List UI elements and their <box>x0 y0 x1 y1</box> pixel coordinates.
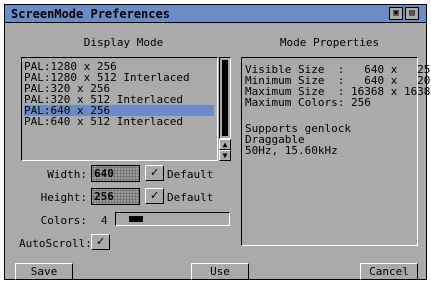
scroll-down-icon[interactable]: ▼ <box>219 150 231 161</box>
height-field[interactable]: 256 <box>91 188 140 205</box>
scrollbar-knob[interactable] <box>222 60 228 136</box>
zoom-gadget-icon[interactable]: ▤ <box>405 7 419 20</box>
colors-value: 4 <box>101 214 108 227</box>
height-default-label: Default <box>167 191 214 204</box>
scroll-up-icon[interactable]: ▲ <box>219 139 231 150</box>
use-button[interactable]: Use <box>191 263 249 280</box>
title-bar[interactable]: ScreenMode Preferences ▣ ▤ <box>5 5 426 23</box>
checkmark-icon: ✓ <box>150 188 159 203</box>
slider-knob[interactable] <box>129 216 143 222</box>
width-field[interactable]: 640 <box>91 165 140 182</box>
preferences-window: ScreenMode Preferences ▣ ▤ Display Mode … <box>4 4 431 280</box>
colors-label: Colors: <box>40 214 87 227</box>
display-mode-header: Display Mode <box>83 36 164 49</box>
autoscroll-checkbox[interactable]: ✓ <box>91 234 110 250</box>
height-default-checkbox[interactable]: ✓ <box>145 188 164 204</box>
checkmark-icon: ✓ <box>150 165 159 180</box>
save-button[interactable]: Save <box>15 263 73 280</box>
window-title: ScreenMode Preferences <box>11 7 170 21</box>
mode-properties-header: Mode Properties <box>279 36 380 49</box>
frequency-text: 50Hz, 15.60kHz <box>245 144 338 157</box>
checkmark-icon: ✓ <box>96 234 105 249</box>
list-scrollbar[interactable] <box>219 57 231 139</box>
maximum-colors-text: Maximum Colors: 256 <box>245 96 371 109</box>
height-label: Height: <box>40 191 87 204</box>
list-item[interactable]: PAL:640 x 512 Interlaced <box>24 116 183 127</box>
width-default-label: Default <box>167 168 214 181</box>
width-default-checkbox[interactable]: ✓ <box>145 165 164 181</box>
display-mode-list[interactable]: PAL:1280 x 256 PAL:1280 x 512 Interlaced… <box>21 57 218 161</box>
width-label: Width: <box>47 168 87 181</box>
depth-gadget-icon[interactable]: ▣ <box>389 7 403 20</box>
cancel-button[interactable]: Cancel <box>360 263 418 280</box>
autoscroll-label: AutoScroll: <box>19 237 92 250</box>
colors-slider[interactable] <box>115 212 230 226</box>
